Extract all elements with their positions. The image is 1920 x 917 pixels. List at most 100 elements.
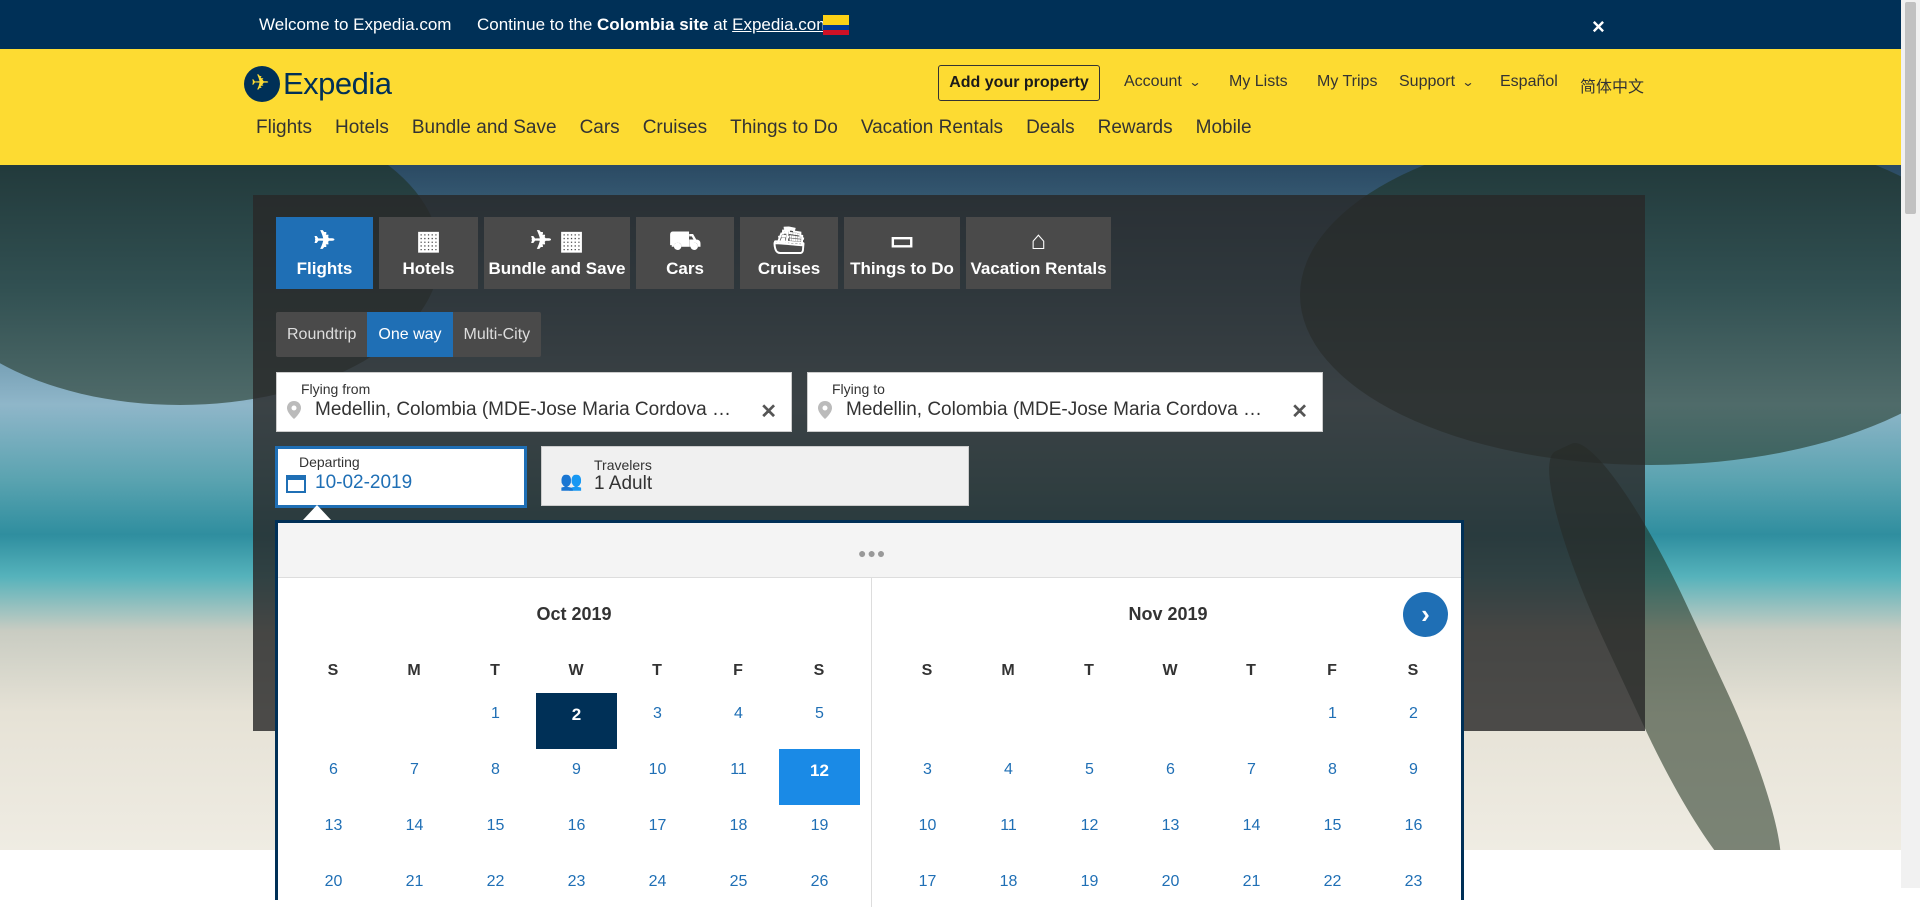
calendar-day[interactable]: 10 — [887, 805, 968, 861]
one-way-option[interactable]: One way — [367, 312, 453, 357]
calendar-day[interactable]: 23 — [536, 861, 617, 917]
location-pin-icon — [818, 401, 832, 419]
expedia-colombia-link[interactable]: Expedia.com — [732, 15, 830, 34]
scrollbar-thumb[interactable] — [1905, 2, 1916, 214]
tab-things-to-do[interactable]: ▭ Things to Do — [844, 217, 960, 289]
calendar-day[interactable]: 17 — [617, 805, 698, 861]
flying-from-field[interactable]: Flying from Medellin, Colombia (MDE-Jose… — [276, 372, 792, 432]
departing-date-input[interactable]: Departing 10-02-2019 — [275, 446, 527, 508]
calendar-day[interactable]: 8 — [1292, 749, 1373, 805]
calendar-day[interactable]: 19 — [1049, 861, 1130, 917]
calendar-day[interactable]: 18 — [968, 861, 1049, 917]
calendar-day[interactable]: 7 — [374, 749, 455, 805]
calendar-day[interactable]: 9 — [536, 749, 617, 805]
calendar-day[interactable]: 1 — [455, 693, 536, 749]
nav-vacation-rentals[interactable]: Vacation Rentals — [861, 117, 1003, 139]
calendar-day[interactable]: 15 — [1292, 805, 1373, 861]
calendar-day[interactable]: 4 — [968, 749, 1049, 805]
calendar-day[interactable]: 9 — [1373, 749, 1454, 805]
calendar-day[interactable]: 15 — [455, 805, 536, 861]
location-pin-icon — [287, 401, 301, 419]
calendar-day[interactable]: 4 — [698, 693, 779, 749]
my-trips-link[interactable]: My Trips — [1317, 73, 1377, 91]
travelers-value: 1 Adult — [594, 473, 653, 494]
datepicker-pointer — [303, 505, 331, 520]
expedia-logo[interactable]: Expedia — [244, 64, 392, 104]
calendar-day[interactable]: 17 — [887, 861, 968, 917]
main-nav: Flights Hotels Bundle and Save Cars Crui… — [256, 117, 1275, 139]
calendar-day[interactable]: 18 — [698, 805, 779, 861]
calendar-day[interactable]: 25 — [698, 861, 779, 917]
calendar-day[interactable]: 10 — [617, 749, 698, 805]
tab-cruises[interactable]: ⛴ Cruises — [740, 217, 838, 289]
nav-cars[interactable]: Cars — [580, 117, 620, 139]
calendar-day[interactable]: 22 — [1292, 861, 1373, 917]
calendar-day[interactable]: 24 — [617, 861, 698, 917]
calendar-day[interactable]: 22 — [455, 861, 536, 917]
calendar-day[interactable]: 7 — [1211, 749, 1292, 805]
clear-to-icon[interactable]: ✕ — [1291, 399, 1308, 424]
calendar-day[interactable]: 21 — [1211, 861, 1292, 917]
calendar-day[interactable]: 8 — [455, 749, 536, 805]
tab-bundle-and-save[interactable]: ✈ ▦ Bundle and Save — [484, 217, 630, 289]
page-scrollbar[interactable] — [1901, 0, 1920, 888]
datepicker-drag-handle[interactable]: ●●● — [278, 523, 1461, 578]
continue-to-site: Continue to the Colombia site at Expedia… — [477, 15, 831, 34]
house-icon: ⌂ — [1030, 225, 1047, 255]
calendar-day[interactable]: 14 — [374, 805, 455, 861]
weekday-header: S — [1407, 662, 1419, 679]
flying-to-field[interactable]: Flying to Medellin, Colombia (MDE-Jose M… — [807, 372, 1323, 432]
tab-flights[interactable]: ✈ Flights — [276, 217, 373, 289]
calendar-day[interactable]: 3 — [617, 693, 698, 749]
calendar-day[interactable]: 2 — [536, 693, 617, 749]
calendar-day[interactable]: 16 — [1373, 805, 1454, 861]
nav-deals[interactable]: Deals — [1026, 117, 1075, 139]
tab-cars[interactable]: ⛟ Cars — [636, 217, 734, 289]
calendar-day[interactable]: 6 — [1130, 749, 1211, 805]
calendar-day[interactable]: 20 — [293, 861, 374, 917]
calendar-day[interactable]: 12 — [1049, 805, 1130, 861]
add-property-button[interactable]: Add your property — [938, 65, 1100, 101]
multi-city-option[interactable]: Multi-City — [453, 312, 542, 357]
calendar-day[interactable]: 13 — [293, 805, 374, 861]
calendar-day[interactable]: 20 — [1130, 861, 1211, 917]
nav-rewards[interactable]: Rewards — [1098, 117, 1173, 139]
calendar-day[interactable]: 1 — [1292, 693, 1373, 749]
calendar-day[interactable]: 11 — [968, 805, 1049, 861]
calendar-day[interactable]: 14 — [1211, 805, 1292, 861]
calendar-day[interactable]: 13 — [1130, 805, 1211, 861]
next-month-button[interactable]: › — [1403, 592, 1448, 637]
tab-vacation-rentals[interactable]: ⌂ Vacation Rentals — [966, 217, 1111, 289]
calendar-day[interactable]: 5 — [779, 693, 860, 749]
calendar-day[interactable]: 19 — [779, 805, 860, 861]
calendar-day[interactable]: 16 — [536, 805, 617, 861]
nav-things-to-do[interactable]: Things to Do — [730, 117, 838, 139]
nav-flights[interactable]: Flights — [256, 117, 312, 139]
travelers-selector[interactable]: 👥 Travelers 1 Adult — [541, 446, 969, 506]
search-tabs: ✈ Flights ▦ Hotels ✈ ▦ Bundle and Save ⛟ Car… — [276, 217, 1117, 289]
roundtrip-option[interactable]: Roundtrip — [276, 312, 367, 357]
calendar-day[interactable]: 3 — [887, 749, 968, 805]
nav-bundle-and-save[interactable]: Bundle and Save — [412, 117, 557, 139]
nav-hotels[interactable]: Hotels — [335, 117, 389, 139]
calendar-day[interactable]: 6 — [293, 749, 374, 805]
espanol-link[interactable]: Español — [1500, 73, 1558, 91]
clear-from-icon[interactable]: ✕ — [760, 399, 777, 424]
calendar-day[interactable]: 5 — [1049, 749, 1130, 805]
calendar-day[interactable]: 12 — [779, 749, 860, 805]
calendar-day[interactable]: 11 — [698, 749, 779, 805]
tab-hotels[interactable]: ▦ Hotels — [379, 217, 478, 289]
nav-cruises[interactable]: Cruises — [643, 117, 707, 139]
support-menu[interactable]: Support ⌄ — [1399, 73, 1475, 91]
calendar-day[interactable]: 2 — [1373, 693, 1454, 749]
close-banner-icon[interactable]: × — [1592, 14, 1605, 40]
chinese-link[interactable]: 简体中文 — [1580, 73, 1644, 97]
nav-mobile[interactable]: Mobile — [1196, 117, 1252, 139]
account-menu[interactable]: Account ⌄ — [1124, 73, 1201, 91]
month-title: Oct 2019 — [536, 604, 612, 624]
calendar-day[interactable]: 26 — [779, 861, 860, 917]
calendar-day[interactable]: 23 — [1373, 861, 1454, 917]
calendar-day[interactable]: 21 — [374, 861, 455, 917]
country-banner: Welcome to Expedia.com Continue to the C… — [0, 0, 1901, 49]
my-lists-link[interactable]: My Lists — [1229, 73, 1288, 91]
